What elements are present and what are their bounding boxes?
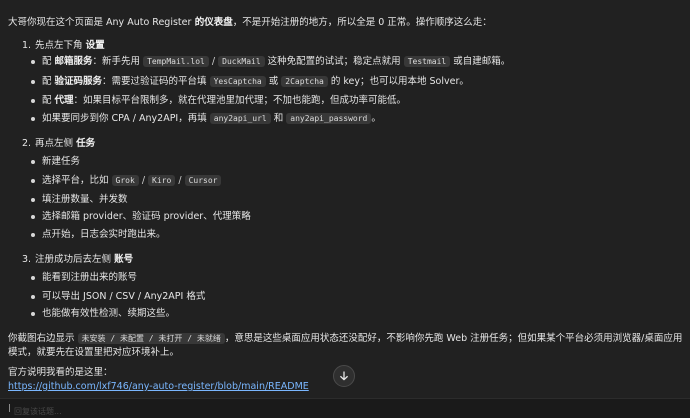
inline-code: Grok <box>111 175 139 186</box>
readme-link[interactable]: https://github.com/lxf746/any-auto-regis… <box>8 381 309 393</box>
text: 的 key；也可以用本地 Solver。 <box>327 76 469 87</box>
step-bold: 设置 <box>85 40 105 51</box>
bullet-dot <box>31 198 35 202</box>
text: 。 <box>371 113 381 124</box>
text: 这种免配置的试试；稳定点就用 <box>264 56 404 67</box>
list-item-text: 新建任务 <box>42 156 81 167</box>
list-item-text: 填注册数量、并发数 <box>42 194 128 205</box>
inline-code: 2Captcha <box>281 76 328 87</box>
source-label: 官方说明我看的是这里： <box>8 367 113 378</box>
separator: / <box>175 175 185 186</box>
step-bold: 任务 <box>76 138 96 149</box>
composer-bar[interactable]: 回复该话题... <box>0 398 690 418</box>
list-item-text: 选择邮箱 provider、验证码 provider、代理策略 <box>42 211 251 222</box>
text: ：需要过验证码的平台填 <box>102 76 210 87</box>
text-caret <box>9 404 10 412</box>
step-text: 再点左侧 <box>35 138 77 149</box>
bullet-dot <box>31 60 35 64</box>
bullet-dot <box>31 295 35 299</box>
bullet-dot <box>31 160 35 164</box>
intro-bold: 的仪表盘 <box>191 17 233 28</box>
chat-message-page: 大哥你现在这个页面是 Any Auto Register 的仪表盘，不是开始注册… <box>0 0 690 418</box>
arrow-down-icon <box>340 371 348 381</box>
inline-code: DuckMail <box>218 56 265 67</box>
separator: / <box>138 175 149 186</box>
inline-code: Testmail <box>403 56 451 67</box>
list-item-text: 也能做有效性检测、续期这些。 <box>42 308 176 319</box>
list-item-text: 点开始，日志会实时跑出来。 <box>42 229 166 240</box>
step-number: 3. <box>22 254 32 265</box>
inline-code: 未安装 / 未配置 / 未打开 / 未就绪 <box>77 333 225 344</box>
inline-code: TempMail.lol <box>143 56 209 67</box>
bold-text: 代理 <box>54 95 74 106</box>
intro-text-2: ，不是开始注册的地方，所以全是 0 正常。操作顺序这么走： <box>232 17 492 28</box>
step-number: 1. <box>22 40 32 51</box>
step-3: 3. 注册成功后去左侧 账号 <box>22 254 133 266</box>
step-text: 先点左下角 <box>35 40 86 51</box>
text: 或自建邮箱。 <box>450 56 511 67</box>
bullet-dot <box>31 276 35 280</box>
text: 配 <box>42 56 55 67</box>
step-bold: 账号 <box>114 254 134 265</box>
note-paragraph: 你截图右边显示 未安装 / 未配置 / 未打开 / 未就绪 ，意思是这些桌面应用状… <box>8 332 684 361</box>
bullet-dot <box>31 117 35 121</box>
list-item-text: 可以导出 JSON / CSV / Any2API 格式 <box>42 291 206 302</box>
inline-code: Cursor <box>184 175 222 186</box>
text: ：新手先用 <box>92 56 144 67</box>
list-item-text: 能看到注册出来的账号 <box>42 272 138 283</box>
inline-code: any2api_url <box>209 113 271 124</box>
bullet-dot <box>31 99 35 103</box>
separator: / <box>208 56 219 67</box>
scroll-down-button[interactable] <box>333 365 355 387</box>
divider <box>0 398 690 399</box>
bullet-dot <box>31 215 35 219</box>
text: ：如果目标平台限制多，就在代理池里加代理；不加也能跑，但成功率可能低。 <box>73 95 407 106</box>
step-1: 1. 先点左下角 设置 <box>22 40 105 52</box>
bullet-dot <box>31 233 35 237</box>
step-2: 2. 再点左侧 任务 <box>22 138 95 150</box>
intro-paragraph: 大哥你现在这个页面是 Any Auto Register 的仪表盘，不是开始注册… <box>8 17 682 29</box>
bold-text: 验证码服务 <box>54 76 103 87</box>
step-number: 2. <box>22 138 32 149</box>
text: 如果要同步到你 CPA / Any2API，再填 <box>42 113 210 124</box>
step-text: 注册成功后去左侧 <box>35 254 115 265</box>
inline-code: any2api_password <box>286 113 372 124</box>
app-name: Any Auto Register <box>106 17 192 28</box>
bold-text: 邮箱服务 <box>54 56 93 67</box>
composer-placeholder: 回复该话题... <box>14 407 62 416</box>
text: 你截图右边显示 <box>8 333 78 344</box>
text: 配 <box>42 95 55 106</box>
text: 选择平台，比如 <box>42 175 112 186</box>
text: 配 <box>42 76 55 87</box>
text: 和 <box>270 113 287 124</box>
inline-code: Kiro <box>148 175 176 186</box>
bullet-dot <box>31 80 35 84</box>
bullet-dot <box>31 312 35 316</box>
bullet-dot <box>31 179 35 183</box>
text: 或 <box>265 76 282 87</box>
intro-text: 大哥你现在这个页面是 <box>8 17 107 28</box>
inline-code: YesCaptcha <box>209 76 266 87</box>
